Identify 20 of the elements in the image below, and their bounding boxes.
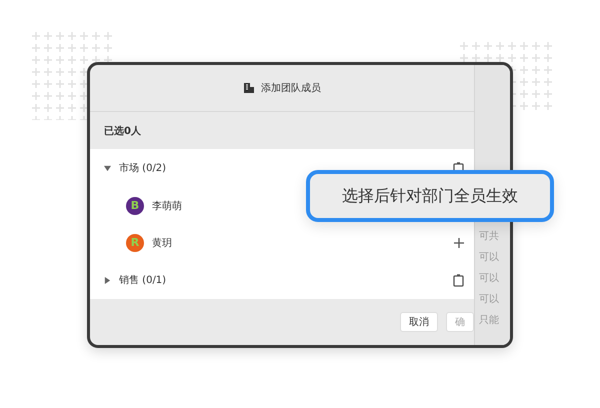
panel-text: 只能 — [479, 315, 500, 327]
group-name[interactable]: 销售 (0/1) — [119, 273, 166, 287]
group-icon[interactable] — [453, 274, 464, 286]
panel-text: 可共 — [479, 231, 500, 243]
caret-icon[interactable] — [104, 164, 111, 172]
building-icon — [243, 82, 255, 94]
member-name[interactable]: 黄玥 — [152, 236, 172, 250]
caret-icon[interactable] — [104, 276, 111, 284]
group-name[interactable]: 市场 (0/2) — [119, 161, 166, 175]
avatar: B — [126, 196, 144, 214]
avatar: R — [126, 234, 144, 252]
dialog-button[interactable]: 取消 — [400, 312, 438, 332]
panel-text: 可以 — [479, 273, 500, 285]
member-name[interactable]: 李萌萌 — [152, 198, 182, 212]
panel-text: 可以 — [479, 294, 500, 306]
selected-count: 已选0人 — [103, 124, 142, 138]
tooltip: 选择后针对部门全员生效 — [306, 170, 554, 222]
panel-text: 可以 — [479, 252, 500, 264]
plus-icon[interactable] — [454, 238, 464, 248]
dialog-title: 添加团队成员 — [261, 82, 321, 95]
